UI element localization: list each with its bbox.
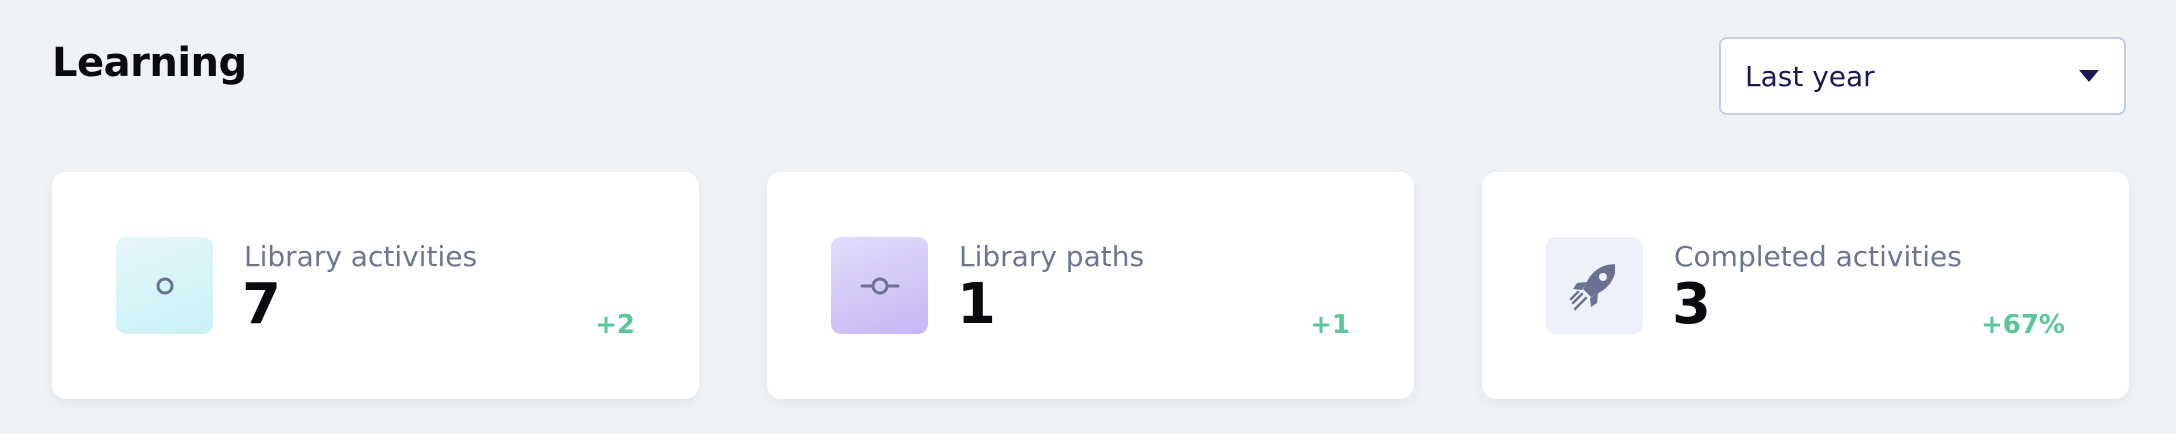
stat-label: Completed activities xyxy=(1674,240,1962,273)
page-title: Learning xyxy=(52,40,247,86)
stat-delta: +67% xyxy=(1980,310,2065,340)
stat-label: Library paths xyxy=(959,240,1145,273)
stat-card-library-paths[interactable]: Library paths 1 +1 xyxy=(767,172,1414,399)
stat-count: 1 xyxy=(957,272,996,337)
commit-node-icon xyxy=(860,277,899,294)
stat-delta: +1 xyxy=(1310,310,1350,340)
circle-icon xyxy=(156,277,173,294)
caret-down-icon xyxy=(2079,70,2099,82)
stats-cards: Library activities 7 +2 Library paths 1 … xyxy=(52,172,2129,399)
period-select[interactable]: Last year xyxy=(1719,37,2126,115)
icon-tile xyxy=(1546,237,1643,334)
icon-tile xyxy=(831,237,928,334)
icon-tile xyxy=(116,237,213,334)
stat-count: 7 xyxy=(242,272,281,337)
learning-dashboard: Learning Last year Library activities 7 … xyxy=(0,0,2176,434)
stat-delta: +2 xyxy=(595,310,635,340)
stat-label: Library activities xyxy=(244,240,478,273)
stat-count: 3 xyxy=(1672,272,1711,337)
stat-card-completed-activities[interactable]: Completed activities 3 +67% xyxy=(1482,172,2129,399)
rocket-icon xyxy=(1569,263,1615,310)
period-select-value: Last year xyxy=(1745,59,1875,93)
stat-card-library-activities[interactable]: Library activities 7 +2 xyxy=(52,172,699,399)
